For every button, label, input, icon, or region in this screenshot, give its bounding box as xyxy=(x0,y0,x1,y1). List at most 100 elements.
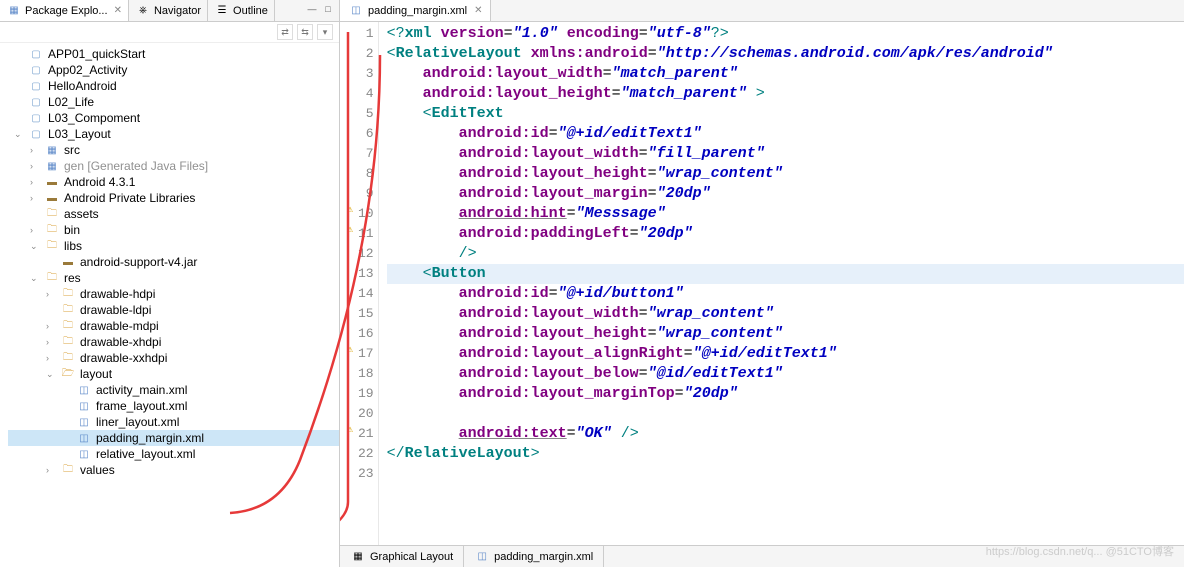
tree-item-label: bin xyxy=(64,223,80,237)
tree-item[interactable]: ›▬Android 4.3.1 xyxy=(8,174,339,190)
tree-item[interactable]: ▢HelloAndroid xyxy=(8,78,339,94)
tree-item[interactable]: ▢ App02_Activity xyxy=(8,62,339,78)
expand-arrow[interactable]: › xyxy=(46,289,56,299)
code-line[interactable]: android:layout_width="match_parent" xyxy=(387,64,1184,84)
tree-item[interactable]: ›🗀drawable-hdpi xyxy=(8,286,339,302)
tree-item[interactable]: › 🗀 bin xyxy=(8,222,339,238)
tree-item[interactable]: ▢APP01_quickStart xyxy=(8,46,339,62)
close-icon[interactable]: ✕ xyxy=(474,5,482,16)
code-line[interactable]: android:hint="Messsage" xyxy=(387,204,1184,224)
code-line[interactable]: android:layout_margin="20dp" xyxy=(387,184,1184,204)
expand-arrow[interactable]: › xyxy=(30,193,40,203)
code-line[interactable]: android:id="@+id/button1" xyxy=(387,284,1184,304)
package-icon: ▦ xyxy=(44,143,60,157)
proj-icon: ▢ xyxy=(28,95,44,109)
code-line[interactable] xyxy=(387,464,1184,484)
tree-item-label: App02_Activity xyxy=(48,63,127,77)
tree-item[interactable]: ›🗀drawable-xxhdpi xyxy=(8,350,339,366)
tree-item-label: drawable-hdpi xyxy=(80,287,155,301)
code-line[interactable]: android:id="@+id/editText1" xyxy=(387,124,1184,144)
code-line[interactable]: android:layout_height="wrap_content" xyxy=(387,164,1184,184)
tree-item[interactable]: ›🗀values xyxy=(8,462,339,478)
tree-item[interactable]: ⌄🗀libs xyxy=(8,238,339,254)
tree-item[interactable]: ⌄🗀res xyxy=(8,270,339,286)
folder-icon: 🗀 xyxy=(44,271,60,285)
tree-item[interactable]: › ▦ src xyxy=(8,142,339,158)
code-line[interactable]: /> xyxy=(387,244,1184,264)
folder-icon: 🗀 xyxy=(44,223,60,237)
tree-item[interactable]: 🗀assets xyxy=(8,206,339,222)
tree-item[interactable]: ◫activity_main.xml xyxy=(8,382,339,398)
explorer-toolbar: ⇄ ⇆ ▾ xyxy=(0,22,339,43)
tree-item[interactable]: ›🗀drawable-mdpi xyxy=(8,318,339,334)
expand-arrow[interactable]: › xyxy=(46,321,56,331)
code-line[interactable]: </RelativeLayout> xyxy=(387,444,1184,464)
expand-arrow[interactable]: ⌄ xyxy=(30,241,40,252)
tree-item[interactable]: ▢L02_Life xyxy=(8,94,339,110)
outline-icon: ☰ xyxy=(214,4,230,18)
code-line[interactable] xyxy=(387,404,1184,424)
code-line[interactable]: <RelativeLayout xmlns:android="http://sc… xyxy=(387,44,1184,64)
xml-file-icon: ◫ xyxy=(76,415,92,429)
expand-arrow[interactable]: › xyxy=(46,465,56,475)
tree-item[interactable]: ›🗀drawable-xhdpi xyxy=(8,334,339,350)
code-line[interactable]: <Button xyxy=(387,264,1184,284)
expand-arrow[interactable]: › xyxy=(46,337,56,347)
minimize-button[interactable]: — xyxy=(305,2,319,16)
tab-navigator[interactable]: ⎈ Navigator xyxy=(129,0,208,21)
editor-tab-padding-margin[interactable]: ◫ padding_margin.xml ✕ xyxy=(340,0,491,21)
code-editor[interactable]: ⚠⚠⚠⚠ 12345678910111213141516171819202122… xyxy=(340,22,1184,545)
tree-item[interactable]: ▬android-support-v4.jar xyxy=(8,254,339,270)
tab-outline[interactable]: ☰ Outline xyxy=(208,0,275,21)
tab-source[interactable]: ◫ padding_margin.xml xyxy=(464,546,604,567)
expand-arrow[interactable]: ⌄ xyxy=(46,369,56,380)
code-line[interactable]: android:layout_width="wrap_content" xyxy=(387,304,1184,324)
tree-item[interactable]: 🗀drawable-ldpi xyxy=(8,302,339,318)
expand-arrow[interactable]: › xyxy=(46,353,56,363)
tree-item[interactable]: ⌄🗁layout xyxy=(8,366,339,382)
expand-arrow[interactable]: ⌄ xyxy=(14,129,24,140)
close-icon[interactable]: ✕ xyxy=(114,5,122,16)
tree-item-label: src xyxy=(64,143,80,157)
tree-item[interactable]: ◫relative_layout.xml xyxy=(8,446,339,462)
code-line[interactable]: android:layout_height="wrap_content" xyxy=(387,324,1184,344)
expand-arrow[interactable]: › xyxy=(30,161,40,171)
code-line[interactable]: android:layout_marginTop="20dp" xyxy=(387,384,1184,404)
tree-item[interactable]: ◫liner_layout.xml xyxy=(8,414,339,430)
expand-arrow[interactable]: › xyxy=(30,177,40,187)
gutter: ⚠⚠⚠⚠ 12345678910111213141516171819202122… xyxy=(340,22,379,545)
project-tree[interactable]: ▢APP01_quickStart▢App02_Activity▢HelloAn… xyxy=(0,43,339,567)
tree-item[interactable]: ◫frame_layout.xml xyxy=(8,398,339,414)
proj-icon: ▢ xyxy=(28,63,44,77)
tree-item[interactable]: ›▬Android Private Libraries xyxy=(8,190,339,206)
tree-item[interactable]: ▢L03_Compoment xyxy=(8,110,339,126)
folder-open-icon: 🗁 xyxy=(60,367,76,381)
tab-graphical-layout[interactable]: ▦ Graphical Layout xyxy=(340,546,464,567)
tree-item[interactable]: ⌄▢L03_Layout xyxy=(8,126,339,142)
tree-item-label: gen [Generated Java Files] xyxy=(64,159,208,173)
code-line[interactable]: android:layout_alignRight="@+id/editText… xyxy=(387,344,1184,364)
tree-item[interactable]: ›▦gen [Generated Java Files] xyxy=(8,158,339,174)
expand-arrow[interactable]: › xyxy=(30,145,40,155)
link-with-editor-button[interactable]: ⇆ xyxy=(297,24,313,40)
view-menu-button[interactable]: ▾ xyxy=(317,24,333,40)
folder-icon: 🗀 xyxy=(60,303,76,317)
code-line[interactable]: android:layout_height="match_parent" > xyxy=(387,84,1184,104)
tree-item[interactable]: ◫padding_margin.xml xyxy=(8,430,339,446)
expand-arrow[interactable]: › xyxy=(30,225,40,235)
code-line[interactable]: <EditText xyxy=(387,104,1184,124)
tree-item-label: libs xyxy=(64,239,82,253)
code-line[interactable]: android:paddingLeft="20dp" xyxy=(387,224,1184,244)
code-line[interactable]: android:layout_width="fill_parent" xyxy=(387,144,1184,164)
code-line[interactable]: android:layout_below="@id/editText1" xyxy=(387,364,1184,384)
code-line[interactable]: <?xml version="1.0" encoding="utf-8"?> xyxy=(387,24,1184,44)
collapse-all-button[interactable]: ⇄ xyxy=(277,24,293,40)
maximize-button[interactable]: □ xyxy=(321,2,335,16)
editor-area: ◫ padding_margin.xml ✕ ⚠⚠⚠⚠ 123456789101… xyxy=(340,0,1184,567)
tab-package-explorer[interactable]: ▦ Package Explo... ✕ xyxy=(0,0,129,21)
tree-item-label: HelloAndroid xyxy=(48,79,117,93)
tree-item-label: L03_Compoment xyxy=(48,111,140,125)
expand-arrow[interactable]: ⌄ xyxy=(30,273,40,284)
code-line[interactable]: android:text="OK" /> xyxy=(387,424,1184,444)
navigator-icon: ⎈ xyxy=(135,4,151,18)
